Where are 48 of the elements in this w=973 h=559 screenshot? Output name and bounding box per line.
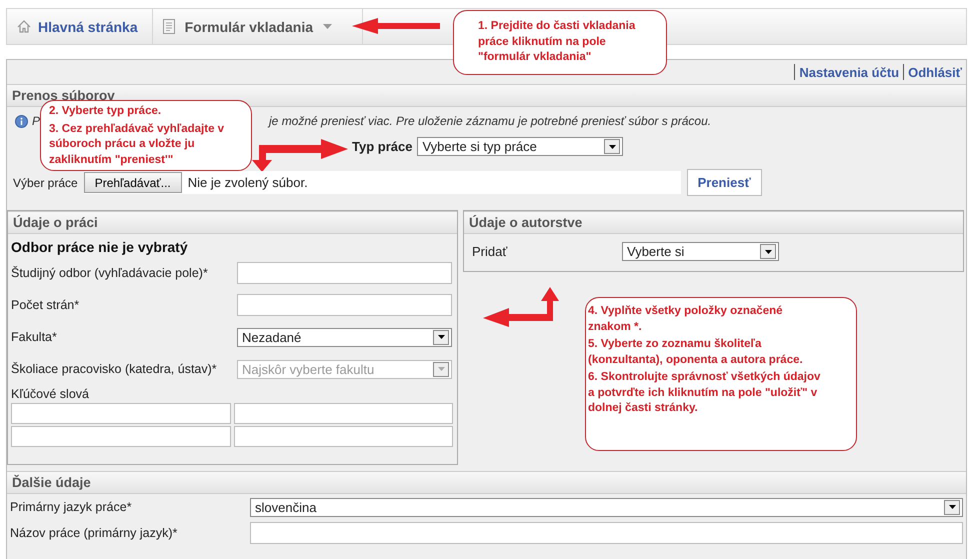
account-link[interactable]: Nastavenia účtu bbox=[799, 64, 900, 80]
input-field[interactable] bbox=[11, 426, 230, 447]
section-header: Prenos súborov bbox=[7, 84, 966, 107]
nav-tab[interactable]: Hlavná stránka bbox=[7, 9, 153, 44]
callout-text: 6. Skontrolujte správnosť všetkých údajov a potvrďte ich kliknutím na pole "uložiť" v dolnej časti stránky. bbox=[588, 370, 822, 416]
input-field[interactable] bbox=[234, 426, 453, 447]
panel-header: Údaje o práci bbox=[8, 211, 457, 234]
document-icon bbox=[162, 19, 175, 34]
panel-header: Ďalšie údaje bbox=[7, 471, 966, 494]
input-field[interactable] bbox=[237, 294, 452, 316]
caret-icon bbox=[608, 144, 616, 148]
field-label: Školiace pracovisko (katedra, ústav)* bbox=[11, 362, 218, 376]
dropdown-field[interactable]: Vyberte si typ práce bbox=[417, 137, 624, 156]
dropdown-field[interactable]: Nezadané bbox=[237, 328, 452, 346]
panel-header: Údaje o autorstve bbox=[464, 211, 963, 234]
field-label: Študijný odbor (vyhľadávacie pole)* bbox=[11, 266, 209, 280]
input-field[interactable] bbox=[11, 403, 230, 424]
file-input-field[interactable]: Prehľadávať... Nie je zvolený súbor. bbox=[84, 171, 681, 194]
dropdown-field[interactable]: slovenčina bbox=[250, 498, 963, 516]
caret-icon bbox=[948, 505, 956, 509]
field-label: Fakulta* bbox=[11, 330, 58, 344]
field-label: Kľúčové slová bbox=[10, 386, 90, 403]
callout-text: 2. Vyberte typ práce. bbox=[49, 104, 162, 119]
input-field[interactable] bbox=[250, 522, 963, 544]
upload-button[interactable]: Preniesť bbox=[686, 169, 762, 196]
field-label: Pridať bbox=[472, 244, 508, 259]
field-label: Počet strán* bbox=[11, 298, 80, 312]
caret-icon bbox=[438, 367, 444, 371]
callout-text: 5. Vyberte zo zoznamu školiteľa (konzultanta), oponenta a autora práce. bbox=[588, 337, 804, 368]
panel-subtitle: Odbor práce nie je vybratý bbox=[10, 238, 189, 257]
callout-text: 1. Prejdite do časti vkladania práce kliknutím na pole "formulár vkladania" bbox=[478, 19, 636, 65]
field-label: Názov práce (primárny jazyk)* bbox=[10, 526, 178, 540]
callout-text: 4. Vyplňte všetky položky označené znakom *. bbox=[588, 304, 784, 334]
field-label: Výber práce bbox=[13, 176, 78, 190]
info-text: P bbox=[32, 114, 40, 128]
caret-icon bbox=[764, 250, 772, 254]
browse-button[interactable]: Prehľadávať... bbox=[84, 172, 182, 193]
field-label: Typ práce bbox=[352, 139, 412, 154]
caret-icon bbox=[438, 335, 444, 339]
info-text: je možné preniesť viac. Pre uloženie záznamu je potrebné preniesť súbor s prácou. bbox=[269, 114, 712, 128]
account-link[interactable]: Odhlásiť bbox=[908, 64, 962, 80]
info-icon bbox=[15, 114, 28, 128]
callout-text: 3. Cez prehľadávač vyhľadajte v súboroch prácu a vložte ju zakliknutím "preniest'" bbox=[49, 122, 226, 168]
input-field[interactable] bbox=[234, 403, 453, 424]
input-field[interactable] bbox=[237, 262, 452, 284]
dropdown-field[interactable]: Vyberte si bbox=[622, 242, 779, 261]
home-icon bbox=[17, 20, 31, 33]
field-label: Primárny jazyk práce* bbox=[10, 500, 133, 514]
